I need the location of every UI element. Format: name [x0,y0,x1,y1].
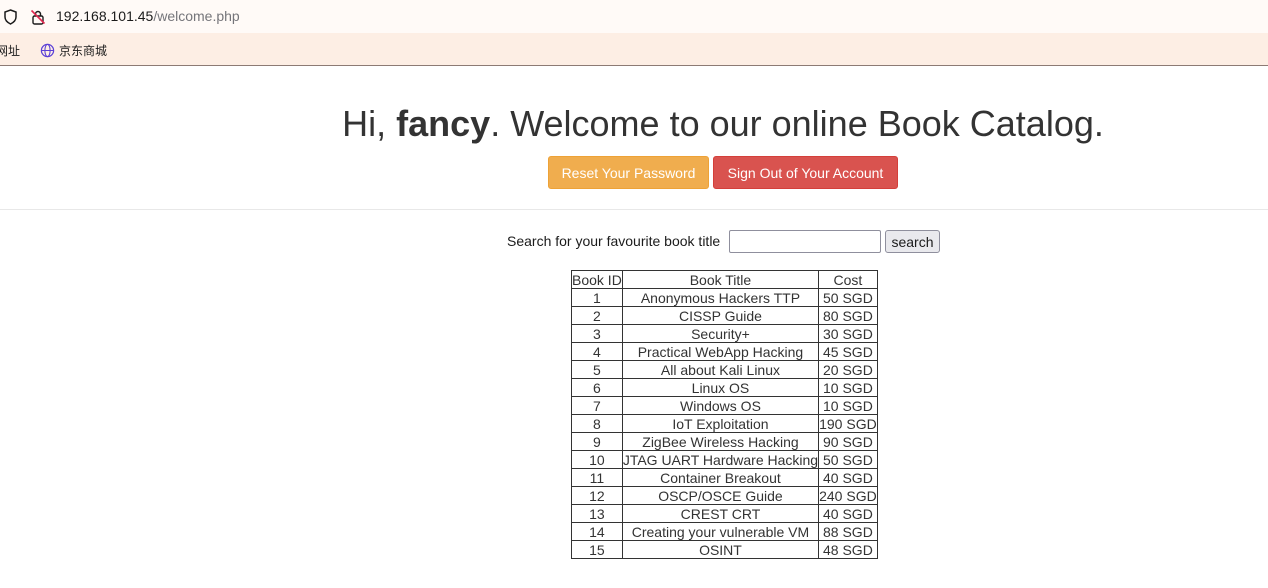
bookmark-item[interactable]: 网址 [0,42,20,59]
table-row: 8 IoT Exploitation 190 SGD [571,414,878,433]
cell-cost: 10 SGD [818,396,878,415]
cell-cost: 40 SGD [818,504,878,523]
table-row: 15 OSINT 48 SGD [571,540,878,559]
cell-book-id: 13 [571,504,623,523]
url-host: 192.168.101.45 [56,8,154,24]
header-book-title: Book Title [621,270,820,289]
cell-cost: 45 SGD [818,342,878,361]
table-row: 13 CREST CRT 40 SGD [571,504,878,523]
cell-book-title: JTAG UART Hardware Hacking [621,450,820,469]
cell-book-title: Container Breakout [621,468,820,487]
bookmark-item[interactable]: 京东商城 [40,42,107,59]
cell-book-id: 15 [571,540,623,559]
greeting-prefix: Hi, [342,103,397,144]
table-row: 11 Container Breakout 40 SGD [571,468,878,487]
bookmarks-bar: 网址 京东商城 [0,33,1268,66]
greeting-suffix: . Welcome to our online Book Catalog. [490,103,1104,144]
cell-cost: 50 SGD [818,450,878,469]
divider [0,209,1268,210]
table-row: 14 Creating your vulnerable VM 88 SGD [571,522,878,541]
username: fancy [396,103,491,144]
address-bar[interactable]: 192.168.101.45/welcome.php [0,0,1268,33]
cell-cost: 30 SGD [818,324,878,343]
header-book-id: Book ID [571,270,623,289]
cell-book-title: All about Kali Linux [621,360,820,379]
cell-book-title: OSINT [621,540,820,559]
globe-icon [40,43,55,58]
table-row: 6 Linux OS 10 SGD [571,378,878,397]
table-body: 1 Anonymous Hackers TTP 50 SGD 2 CISSP Guid… [571,288,878,559]
table-row: 5 All about Kali Linux 20 SGD [571,360,878,379]
cell-book-id: 6 [571,378,623,397]
table-row: 3 Security+ 30 SGD [571,324,878,343]
table-row: 10 JTAG UART Hardware Hacking 50 SGD [571,450,878,469]
header-cost: Cost [818,270,878,289]
reset-password-button[interactable]: Reset Your Password [548,156,709,189]
cell-book-id: 9 [571,432,623,451]
cell-book-id: 12 [571,486,623,505]
table-header-row: Book ID Book Title Cost [571,270,878,289]
cell-cost: 88 SGD [818,522,878,541]
cell-book-title: OSCP/OSCE Guide [621,486,820,505]
cell-book-id: 4 [571,342,623,361]
cell-book-title: Practical WebApp Hacking [621,342,820,361]
cell-cost: 20 SGD [818,360,878,379]
bookmark-label: 京东商城 [59,44,108,58]
cell-book-id: 7 [571,396,623,415]
cell-book-title: CREST CRT [621,504,820,523]
cell-cost: 190 SGD [818,414,878,433]
url-text[interactable]: 192.168.101.45/welcome.php [56,8,240,24]
table-row: 7 Windows OS 10 SGD [571,396,878,415]
cell-book-id: 1 [571,288,623,307]
book-table: Book ID Book Title Cost 1 Anonymous Hacke… [571,270,878,559]
table-row: 12 OSCP/OSCE Guide 240 SGD [571,486,878,505]
insecure-lock-icon[interactable] [30,9,46,25]
cell-book-id: 5 [571,360,623,379]
sign-out-button[interactable]: Sign Out of Your Account [713,156,898,189]
search-input[interactable] [729,230,881,253]
search-label: Search for your favourite book title [507,233,721,249]
cell-book-id: 2 [571,306,623,325]
cell-cost: 240 SGD [818,486,878,505]
cell-book-id: 14 [571,522,623,541]
cell-book-title: Security+ [621,324,820,343]
cell-book-id: 11 [571,468,623,487]
cell-cost: 48 SGD [818,540,878,559]
cell-cost: 50 SGD [818,288,878,307]
cell-cost: 90 SGD [818,432,878,451]
table-row: 4 Practical WebApp Hacking 45 SGD [571,342,878,361]
cell-book-title: CISSP Guide [621,306,820,325]
cell-cost: 10 SGD [818,378,878,397]
welcome-heading: Hi, fancy. Welcome to our online Book Ca… [0,103,1268,145]
cell-cost: 40 SGD [818,468,878,487]
cell-book-title: ZigBee Wireless Hacking [621,432,820,451]
table-row: 2 CISSP Guide 80 SGD [571,306,878,325]
url-path: /welcome.php [153,8,240,24]
cell-book-title: Linux OS [621,378,820,397]
search-button[interactable]: search [885,230,940,253]
cell-book-title: IoT Exploitation [621,414,820,433]
cell-book-title: Creating your vulnerable VM [621,522,820,541]
table-row: 9 ZigBee Wireless Hacking 90 SGD [571,432,878,451]
shield-icon[interactable] [3,9,18,25]
cell-cost: 80 SGD [818,306,878,325]
cell-book-title: Anonymous Hackers TTP [621,288,820,307]
cell-book-title: Windows OS [621,396,820,415]
table-row: 1 Anonymous Hackers TTP 50 SGD [571,288,878,307]
cell-book-id: 10 [571,450,623,469]
cell-book-id: 8 [571,414,623,433]
cell-book-id: 3 [571,324,623,343]
